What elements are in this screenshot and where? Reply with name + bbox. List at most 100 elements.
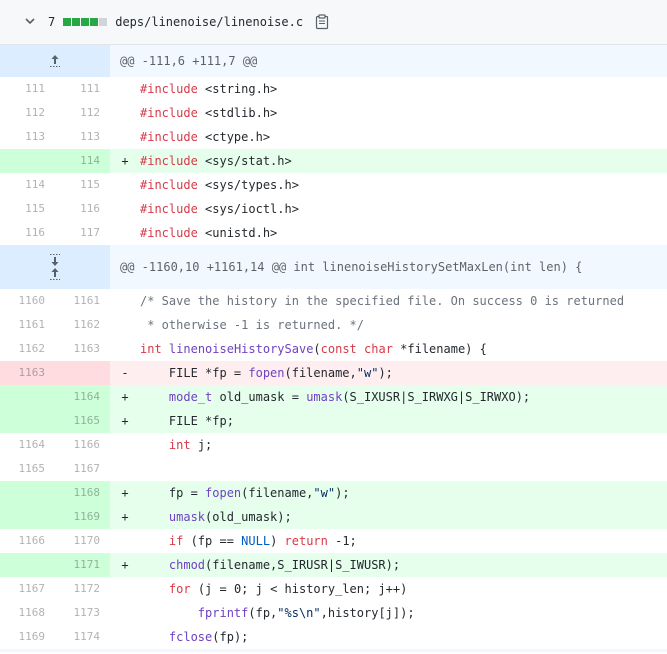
new-line-number[interactable]: 1164 xyxy=(55,385,110,409)
old-line-number[interactable] xyxy=(0,385,55,409)
old-line-number[interactable]: 113 xyxy=(0,125,55,149)
diffstat-block xyxy=(72,18,81,26)
diff-sign xyxy=(110,289,136,313)
old-line-number[interactable]: 1164 xyxy=(0,433,55,457)
diff-line-add: 1169 + umask(old_umask); xyxy=(0,505,667,529)
diff-line-del: 1163 - FILE *fp = fopen(filename,"w"); xyxy=(0,361,667,385)
old-line-number[interactable]: 1165 xyxy=(0,457,55,481)
old-line-number[interactable] xyxy=(0,409,55,433)
new-line-number[interactable]: 117 xyxy=(55,221,110,245)
old-line-number[interactable]: 1168 xyxy=(0,601,55,625)
diff-sign xyxy=(110,577,136,601)
diffstat-block xyxy=(81,18,90,26)
new-line-number[interactable] xyxy=(55,361,110,385)
diff-sign xyxy=(110,101,136,125)
diff-sign: + xyxy=(121,558,129,572)
diff-sign: + xyxy=(121,414,129,428)
code-line: for (j = 0; j < history_len; j++) xyxy=(168,582,408,596)
old-line-number[interactable]: 1162 xyxy=(0,337,55,361)
new-line-number[interactable]: 1174 xyxy=(55,625,110,649)
old-line-number[interactable]: 112 xyxy=(0,101,55,125)
code-line: FILE *fp; xyxy=(140,414,234,428)
old-line-number[interactable]: 1167 xyxy=(0,577,55,601)
new-line-number[interactable]: 116 xyxy=(55,197,110,221)
diff-sign: - xyxy=(121,366,129,380)
diff-line-ctx: 115 116 #include <sys/ioctl.h> xyxy=(0,197,667,221)
clipboard-icon[interactable] xyxy=(315,14,329,30)
diff-line-ctx: 1169 1174 fclose(fp); xyxy=(0,625,667,649)
diff-sign xyxy=(110,173,136,197)
new-line-number[interactable]: 1166 xyxy=(55,433,110,457)
new-line-number[interactable]: 115 xyxy=(55,173,110,197)
code-line: int linenoiseHistorySave(const char *fil… xyxy=(140,342,487,356)
new-line-number[interactable]: 111 xyxy=(55,77,110,101)
diff-line-ctx: 111 111 #include <string.h> xyxy=(0,77,667,101)
new-line-number[interactable]: 1170 xyxy=(55,529,110,553)
diff-table: @@ -111,6 +111,7 @@ 111 111 #include <stri… xyxy=(0,45,667,652)
diff-sign xyxy=(110,125,136,149)
old-line-number[interactable] xyxy=(0,505,55,529)
diff-line-ctx: 116 117 #include <unistd.h> xyxy=(0,221,667,245)
code-line: #include <ctype.h> xyxy=(140,130,271,144)
old-line-number[interactable]: 1160 xyxy=(0,289,55,313)
diff-sign xyxy=(110,601,136,625)
old-line-number[interactable]: 1163 xyxy=(0,361,55,385)
new-line-number[interactable]: 1163 xyxy=(55,337,110,361)
diff-line-add: 1164 + mode_t old_umask = umask(S_IXUSR|S… xyxy=(0,385,667,409)
new-line-number[interactable]: 112 xyxy=(55,101,110,125)
diffstat-block xyxy=(90,18,99,26)
diff-bottom-edge xyxy=(0,649,667,652)
expand-both-button[interactable] xyxy=(0,245,110,289)
old-line-number[interactable]: 114 xyxy=(0,173,55,197)
new-line-number[interactable]: 1169 xyxy=(55,505,110,529)
code-line: int j; xyxy=(168,438,213,452)
hunk-header-text: @@ -111,6 +111,7 @@ xyxy=(120,54,258,68)
expand-up-icon xyxy=(50,55,60,67)
diff-sign xyxy=(110,221,136,245)
old-line-number[interactable]: 111 xyxy=(0,77,55,101)
diff-line-add: 114 + #include <sys/stat.h> xyxy=(0,149,667,173)
diff-line-ctx: 113 113 #include <ctype.h> xyxy=(0,125,667,149)
code-line: fp = fopen(filename,"w"); xyxy=(140,486,350,500)
diff-sign xyxy=(110,625,136,649)
new-line-number[interactable]: 1162 xyxy=(55,313,110,337)
old-line-number[interactable]: 1166 xyxy=(0,529,55,553)
new-line-number[interactable]: 1165 xyxy=(55,409,110,433)
new-line-number[interactable]: 1161 xyxy=(55,289,110,313)
new-line-number[interactable]: 1171 xyxy=(55,553,110,577)
code-line: if (fp == NULL) return -1; xyxy=(168,534,357,548)
hunk-header-text: @@ -1160,10 +1161,14 @@ int linenoiseHis… xyxy=(120,260,583,274)
old-line-number[interactable] xyxy=(0,481,55,505)
chevron-down-icon[interactable] xyxy=(24,15,40,27)
hunk-header: @@ -1160,10 +1161,14 @@ int linenoiseHis… xyxy=(0,245,667,289)
diff-sign xyxy=(110,457,136,481)
diffstat-block xyxy=(99,18,108,26)
old-line-number[interactable]: 116 xyxy=(0,221,55,245)
expand-up-button[interactable] xyxy=(0,45,110,77)
new-line-number[interactable]: 113 xyxy=(55,125,110,149)
old-line-number[interactable] xyxy=(0,553,55,577)
new-line-number[interactable]: 1173 xyxy=(55,601,110,625)
old-line-number[interactable] xyxy=(0,149,55,173)
diff-sign xyxy=(110,77,136,101)
file-path[interactable]: deps/linenoise/linenoise.c xyxy=(115,15,303,29)
old-line-number[interactable]: 1161 xyxy=(0,313,55,337)
diff-line-ctx: 1168 1173 fprintf(fp,"%s\n",history[j]); xyxy=(0,601,667,625)
diff-line-ctx: 1164 1166 int j; xyxy=(0,433,667,457)
diffstat-block xyxy=(63,18,72,26)
diff-line-ctx: 1166 1170 if (fp == NULL) return -1; xyxy=(0,529,667,553)
diff-line-ctx: 1160 1161 /* Save the history in the speci… xyxy=(0,289,667,313)
expand-down-icon xyxy=(50,254,60,266)
new-line-number[interactable]: 1168 xyxy=(55,481,110,505)
new-line-number[interactable]: 114 xyxy=(55,149,110,173)
code-line: chmod(filename,S_IRUSR|S_IWUSR); xyxy=(168,558,401,572)
diff-sign xyxy=(110,433,136,457)
old-line-number[interactable]: 115 xyxy=(0,197,55,221)
old-line-number[interactable]: 1169 xyxy=(0,625,55,649)
code-line: mode_t old_umask = umask(S_IXUSR|S_IRWXG… xyxy=(168,390,531,404)
diffstat-blocks xyxy=(63,18,108,26)
new-line-number[interactable]: 1172 xyxy=(55,577,110,601)
code-line: /* Save the history in the specified fil… xyxy=(140,294,625,308)
new-line-number[interactable]: 1167 xyxy=(55,457,110,481)
